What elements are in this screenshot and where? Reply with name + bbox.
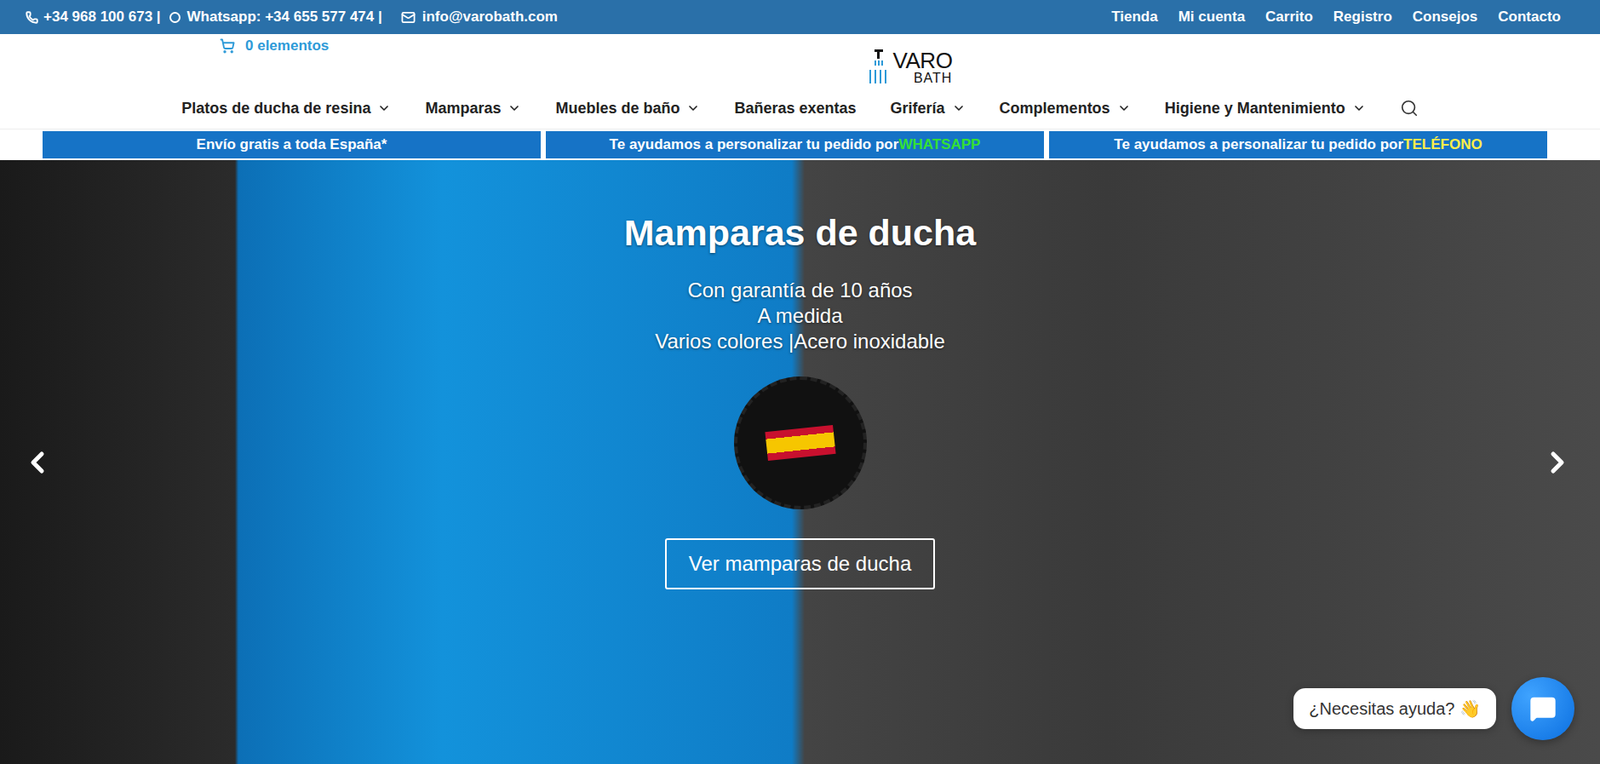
nav-item[interactable]: Grifería	[890, 99, 966, 118]
phone-number[interactable]: +34 968 100 673 |	[43, 8, 161, 26]
logo-mark-icon	[867, 47, 890, 86]
top-link[interactable]: Mi cuenta	[1178, 8, 1245, 26]
whatsapp-icon	[169, 11, 181, 23]
nav-item[interactable]: Bañeras exentas	[734, 99, 856, 118]
header: 0 elementosVAROBATHPlatos de ducha de re…	[0, 34, 1600, 130]
nav-item[interactable]: Higiene y Mantenimiento	[1164, 99, 1366, 118]
info-banner[interactable]: Te ayudamos a personalizar tu pedido por…	[545, 131, 1044, 159]
contact-info: +34 968 100 673 | Whatsapp: +34 655 577 4…	[25, 8, 558, 26]
made-in-spain-badge	[734, 376, 867, 510]
hero-feature: A medida	[756, 303, 843, 329]
top-link[interactable]: Carrito	[1265, 8, 1314, 26]
phone-icon	[25, 11, 39, 24]
spain-flag-icon	[764, 424, 836, 461]
nav-item[interactable]: Mamparas	[424, 99, 522, 118]
mail-icon	[401, 10, 416, 25]
info-banner[interactable]: Te ayudamos a personalizar tu pedido por…	[1049, 131, 1548, 159]
next-slide-button[interactable]	[1540, 445, 1575, 480]
chevron-down-icon	[377, 101, 391, 115]
chat-widget: ¿Necesitas ayuda? 👋	[1293, 676, 1575, 740]
info-banner[interactable]: Envío gratis a toda España*	[42, 131, 541, 159]
hero-feature: Con garantía de 10 años	[687, 277, 912, 304]
search-button[interactable]	[1399, 98, 1419, 118]
logo-bottom: BATH	[913, 71, 952, 86]
cart-link[interactable]: 0 elementos	[219, 34, 868, 55]
logo[interactable]: VAROBATH	[867, 35, 953, 86]
header-top: 0 elementosVAROBATH	[0, 34, 1600, 87]
chevron-left-icon	[20, 445, 55, 480]
chevron-down-icon	[686, 101, 700, 115]
hero-features: Con garantía de 10 añosA medidaVarios co…	[654, 277, 946, 355]
top-links: Tienda Mi cuenta Carrito Registro Consejos Co…	[1111, 8, 1561, 26]
hero-button[interactable]: Ver mamparas de ducha	[665, 538, 935, 590]
nav-item[interactable]: Complementos	[999, 99, 1131, 118]
hero-feature: Varios colores |Acero inoxidable	[654, 328, 946, 355]
chat-bubble[interactable]: ¿Necesitas ayuda? 👋	[1293, 688, 1497, 729]
chevron-down-icon	[507, 101, 522, 115]
page: +34 968 100 673 | Whatsapp: +34 655 577 4…	[0, 0, 1600, 764]
chevron-down-icon	[951, 101, 966, 115]
email[interactable]: info@varobath.com	[401, 8, 558, 26]
top-link[interactable]: Registro	[1333, 8, 1393, 26]
prev-slide-button[interactable]	[20, 445, 55, 480]
chat-icon	[1529, 694, 1557, 723]
chevron-down-icon	[1352, 101, 1366, 115]
top-bar: +34 968 100 673 | Whatsapp: +34 655 577 4…	[0, 0, 1600, 35]
chat-button[interactable]	[1511, 676, 1575, 740]
top-link[interactable]: Consejos	[1412, 8, 1479, 26]
hero-title: Mamparas de ducha	[624, 211, 976, 256]
chevron-right-icon	[1540, 445, 1575, 480]
chevron-down-icon	[1117, 101, 1131, 115]
nav-item[interactable]: Platos de ducha de resina	[181, 99, 391, 118]
top-link[interactable]: Contacto	[1497, 8, 1561, 26]
cart-icon	[219, 38, 236, 54]
main-nav: Platos de ducha de resina Mamparas Muebles…	[0, 86, 1600, 130]
top-link[interactable]: Tienda	[1111, 8, 1158, 26]
search-icon	[1399, 98, 1419, 118]
banner-highlight: WHATSAPP	[898, 136, 981, 154]
logo-top: VARO	[893, 49, 953, 72]
hero-slider: Mamparas de ducha Con garantía de 10 años…	[0, 160, 1600, 764]
info-strip: Envío gratis a toda España*Te ayudamos a…	[0, 129, 1600, 161]
whatsapp-number[interactable]: Whatsapp: +34 655 577 474 |	[187, 8, 383, 26]
banner-highlight: TELÉFONO	[1403, 136, 1483, 154]
nav-item[interactable]: Muebles de baño	[555, 99, 700, 118]
